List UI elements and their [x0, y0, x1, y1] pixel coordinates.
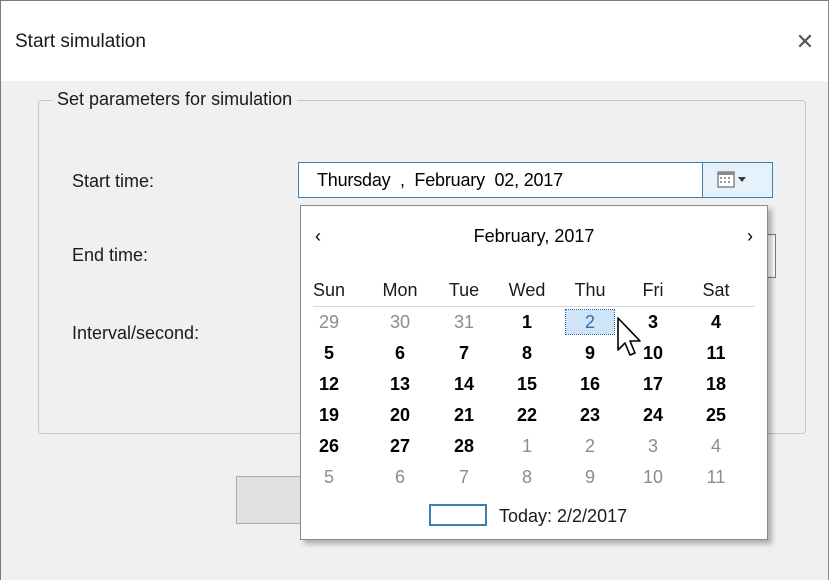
- calendar-day[interactable]: 4: [692, 310, 740, 334]
- start-time-value[interactable]: Thursday , February 02, 2017: [317, 170, 563, 191]
- calendar-day[interactable]: 30: [376, 310, 424, 334]
- calendar-day[interactable]: 8: [503, 341, 551, 365]
- weekday-mon: Mon: [382, 280, 418, 300]
- calendar-day[interactable]: 13: [376, 372, 424, 396]
- calendar-dropdown-button[interactable]: [702, 163, 772, 197]
- calendar-day[interactable]: 3: [629, 434, 677, 458]
- calendar-day[interactable]: 3: [629, 310, 677, 334]
- start-time-label: Start time:: [72, 171, 155, 191]
- calendar-day[interactable]: 15: [503, 372, 551, 396]
- calendar-day[interactable]: 11: [692, 465, 740, 489]
- calendar-header: ‹ February, 2017 ›: [301, 226, 767, 256]
- calendar-days-grid: 29 30 31 1 2 3 4 5 6 7 8 9 10 11 12 13 14 15 16 17 18 19 20 21 2…: [313, 309, 755, 500]
- calendar-day[interactable]: 17: [629, 372, 677, 396]
- calendar-month-title: February, 2017: [301, 226, 767, 247]
- calendar-day[interactable]: 16: [566, 372, 614, 396]
- end-time-label: End time:: [72, 245, 149, 265]
- calendar-day[interactable]: 23: [566, 403, 614, 427]
- calendar-day[interactable]: 1: [503, 434, 551, 458]
- weekday-tue: Tue: [448, 280, 480, 300]
- calendar-day[interactable]: 31: [440, 310, 488, 334]
- calendar-day[interactable]: 4: [692, 434, 740, 458]
- window-title: Start simulation: [15, 31, 146, 52]
- calendar-day-selected[interactable]: 2: [565, 309, 615, 335]
- calendar-day[interactable]: 21: [440, 403, 488, 427]
- calendar-day[interactable]: 25: [692, 403, 740, 427]
- calendar-day[interactable]: 18: [692, 372, 740, 396]
- weekday-sat: Sat: [702, 280, 730, 300]
- today-link[interactable]: Today: 2/2/2017: [499, 506, 627, 527]
- weekday-fri: Fri: [642, 280, 664, 300]
- calendar-day[interactable]: 5: [305, 341, 353, 365]
- today-row[interactable]: Today: 2/2/2017: [301, 503, 767, 531]
- month-year-button[interactable]: February, 2017: [474, 226, 595, 246]
- calendar-day[interactable]: 27: [376, 434, 424, 458]
- calendar-day[interactable]: 14: [440, 372, 488, 396]
- interval-label: Interval/second:: [72, 323, 200, 343]
- calendar-day[interactable]: 19: [305, 403, 353, 427]
- calendar-day[interactable]: 5: [305, 465, 353, 489]
- calendar-day[interactable]: 6: [376, 465, 424, 489]
- calendar-dropdown-icon: [717, 171, 746, 188]
- calendar-day[interactable]: 7: [440, 465, 488, 489]
- calendar-day[interactable]: 10: [629, 341, 677, 365]
- weekday-header-row: Sun Mon Tue Wed Thu Fri Sat: [313, 280, 755, 307]
- calendar-day[interactable]: 6: [376, 341, 424, 365]
- calendar-day[interactable]: 7: [440, 341, 488, 365]
- close-button[interactable]: ✕: [782, 23, 828, 61]
- calendar-day[interactable]: 1: [503, 310, 551, 334]
- calendar-day[interactable]: 28: [440, 434, 488, 458]
- calendar-day[interactable]: 12: [305, 372, 353, 396]
- calendar-day[interactable]: 24: [629, 403, 677, 427]
- calendar-day[interactable]: 29: [305, 310, 353, 334]
- today-marker: [429, 504, 487, 526]
- calendar-popup: ‹ February, 2017 › Sun Mon Tue Wed Thu Fri Sat…: [300, 205, 768, 540]
- calendar-day[interactable]: 8: [503, 465, 551, 489]
- calendar-day[interactable]: 2: [566, 434, 614, 458]
- calendar-day[interactable]: 26: [305, 434, 353, 458]
- start-time-datepicker[interactable]: Thursday , February 02, 2017: [298, 162, 773, 198]
- calendar-day[interactable]: 10: [629, 465, 677, 489]
- calendar-day[interactable]: 20: [376, 403, 424, 427]
- next-month-button[interactable]: ›: [729, 226, 753, 254]
- weekday-sun: Sun: [312, 280, 346, 300]
- calendar-day[interactable]: 9: [566, 341, 614, 365]
- calendar-day[interactable]: 9: [566, 465, 614, 489]
- close-icon: ✕: [795, 29, 815, 54]
- groupbox-legend: Set parameters for simulation: [52, 89, 298, 110]
- calendar-day[interactable]: 22: [503, 403, 551, 427]
- title-bar: Start simulation ✕: [1, 1, 828, 81]
- calendar-day[interactable]: 11: [692, 341, 740, 365]
- weekday-thu: Thu: [574, 280, 606, 300]
- weekday-wed: Wed: [508, 280, 546, 300]
